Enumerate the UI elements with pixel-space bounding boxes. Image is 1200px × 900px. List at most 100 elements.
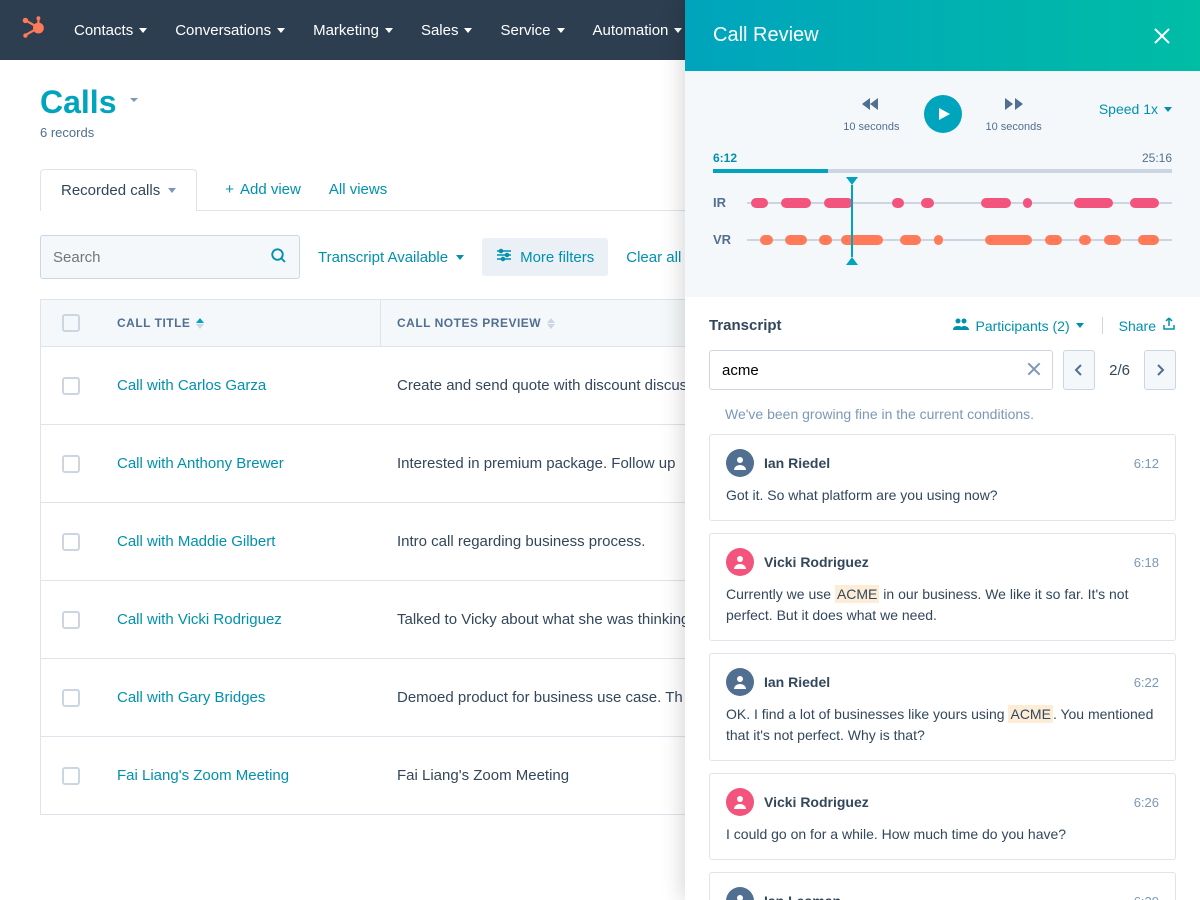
call-title-link[interactable]: Call with Carlos Garza: [101, 377, 381, 394]
chevron-down-icon: [385, 28, 393, 33]
call-review-panel: Call Review 10 seconds 10 seconds Speed …: [685, 0, 1200, 900]
message-text: I could go on for a while. How much time…: [726, 824, 1159, 845]
row-checkbox[interactable]: [62, 377, 80, 395]
row-checkbox-cell: [41, 377, 101, 395]
transcript-message[interactable]: Ian Leaman6:29: [709, 872, 1176, 900]
all-views-button[interactable]: All views: [329, 181, 387, 198]
nav-sales[interactable]: Sales: [421, 22, 473, 39]
playhead[interactable]: [851, 185, 853, 257]
panel-header: Call Review: [685, 0, 1200, 71]
track-ir: IR: [713, 195, 1172, 210]
row-checkbox-cell: [41, 767, 101, 785]
transcript-header: Transcript Participants (2) Share: [709, 317, 1176, 334]
hubspot-logo-icon[interactable]: [20, 15, 46, 46]
nav-contacts[interactable]: Contacts: [74, 22, 147, 39]
chevron-down-icon[interactable]: [126, 92, 142, 113]
call-title-link[interactable]: Fai Liang's Zoom Meeting: [101, 767, 381, 784]
nav-marketing[interactable]: Marketing: [313, 22, 393, 39]
speaker-tracks: IR VR: [713, 195, 1172, 247]
panel-title: Call Review: [713, 24, 819, 47]
avatar: [726, 668, 754, 696]
chevron-down-icon: [277, 28, 285, 33]
row-checkbox-cell: [41, 689, 101, 707]
row-checkbox[interactable]: [62, 767, 80, 785]
nav-conversations[interactable]: Conversations: [175, 22, 285, 39]
prev-result-button[interactable]: [1063, 350, 1095, 390]
track-label-ir: IR: [713, 195, 735, 210]
transcript-title: Transcript: [709, 317, 782, 334]
time-total: 25:16: [1142, 151, 1172, 165]
search-icon[interactable]: [270, 247, 288, 270]
call-title-link[interactable]: Call with Maddie Gilbert: [101, 533, 381, 550]
sort-asc-icon: [196, 318, 204, 329]
page-title[interactable]: Calls: [40, 84, 116, 121]
transcript-message[interactable]: Vicki Rodriguez6:18Currently we use ACME…: [709, 533, 1176, 641]
speaker-name: Vicki Rodriguez: [764, 554, 1124, 570]
message-time: 6:22: [1134, 675, 1159, 690]
call-title-link[interactable]: Call with Vicki Rodriguez: [101, 611, 381, 628]
track-label-vr: VR: [713, 232, 735, 247]
track-vr: VR: [713, 232, 1172, 247]
clear-all-button[interactable]: Clear all: [626, 249, 681, 266]
transcript-message[interactable]: Ian Riedel6:12Got it. So what platform a…: [709, 434, 1176, 521]
rewind-label: 10 seconds: [843, 121, 899, 133]
tab-recorded-calls[interactable]: Recorded calls: [40, 169, 197, 211]
header-call-title[interactable]: CALL TITLE: [101, 300, 381, 346]
timeline: 6:12 25:16: [713, 151, 1172, 173]
transcript-actions: Participants (2) Share: [953, 317, 1176, 334]
close-icon[interactable]: [1152, 26, 1172, 46]
track-bar-vr[interactable]: [747, 239, 1172, 241]
chevron-down-icon: [168, 188, 176, 193]
transcript-message[interactable]: Vicki Rodriguez 6:26 I could go on for a w…: [709, 773, 1176, 860]
participants-button[interactable]: Participants (2): [953, 317, 1083, 334]
transcript-search-box: [709, 350, 1053, 390]
chevron-down-icon: [139, 28, 147, 33]
row-checkbox[interactable]: [62, 689, 80, 707]
header-checkbox-cell: [41, 300, 101, 346]
speed-control[interactable]: Speed 1x: [1099, 101, 1172, 117]
chevron-down-icon: [557, 28, 565, 33]
transcript-available-filter[interactable]: Transcript Available: [318, 249, 464, 266]
share-button[interactable]: Share: [1102, 317, 1176, 334]
message-time: 6:26: [1134, 795, 1159, 810]
filter-icon: [496, 248, 512, 266]
next-result-button[interactable]: [1144, 350, 1176, 390]
sort-icon: [547, 318, 555, 329]
rewind-button[interactable]: [860, 96, 882, 117]
chevron-down-icon: [1164, 107, 1172, 112]
row-checkbox[interactable]: [62, 455, 80, 473]
call-title-link[interactable]: Call with Anthony Brewer: [101, 455, 381, 472]
speaker-name: Ian Riedel: [764, 455, 1124, 471]
context-snippet: We've been growing fine in the current c…: [709, 406, 1176, 434]
call-title-link[interactable]: Call with Gary Bridges: [101, 689, 381, 706]
avatar: [726, 548, 754, 576]
more-filters-button[interactable]: More filters: [482, 238, 608, 276]
nav-service[interactable]: Service: [500, 22, 564, 39]
add-view-button[interactable]: +Add view: [225, 181, 301, 198]
forward-button[interactable]: [1003, 96, 1025, 117]
progress-bar[interactable]: [713, 169, 1172, 173]
row-checkbox[interactable]: [62, 611, 80, 629]
nav-automation[interactable]: Automation: [593, 22, 683, 39]
select-all-checkbox[interactable]: [62, 314, 80, 332]
transcript-search-row: 2/6: [709, 350, 1176, 390]
row-checkbox[interactable]: [62, 533, 80, 551]
speaker-name: Vicki Rodriguez: [764, 794, 1124, 810]
clear-search-icon[interactable]: [1025, 360, 1043, 378]
chevron-down-icon: [1076, 323, 1084, 328]
avatar: [726, 788, 754, 816]
transcript-message[interactable]: Ian Riedel 6:22 OK. I find a lot of busine…: [709, 653, 1176, 761]
search-input[interactable]: [40, 235, 300, 279]
speaker-name: Ian Riedel: [764, 674, 1124, 690]
message-text: OK. I find a lot of businesses like your…: [726, 704, 1159, 746]
row-checkbox-cell: [41, 533, 101, 551]
message-text: Currently we use ACME in our business. W…: [726, 584, 1159, 626]
chevron-down-icon: [456, 255, 464, 260]
message-time: 6:29: [1134, 894, 1159, 900]
transcript-search-input[interactable]: [709, 350, 1053, 390]
search-result-count: 2/6: [1105, 350, 1134, 390]
people-icon: [953, 317, 969, 334]
play-button[interactable]: [924, 95, 962, 133]
track-bar-ir[interactable]: [747, 202, 1172, 204]
forward-label: 10 seconds: [986, 121, 1042, 133]
